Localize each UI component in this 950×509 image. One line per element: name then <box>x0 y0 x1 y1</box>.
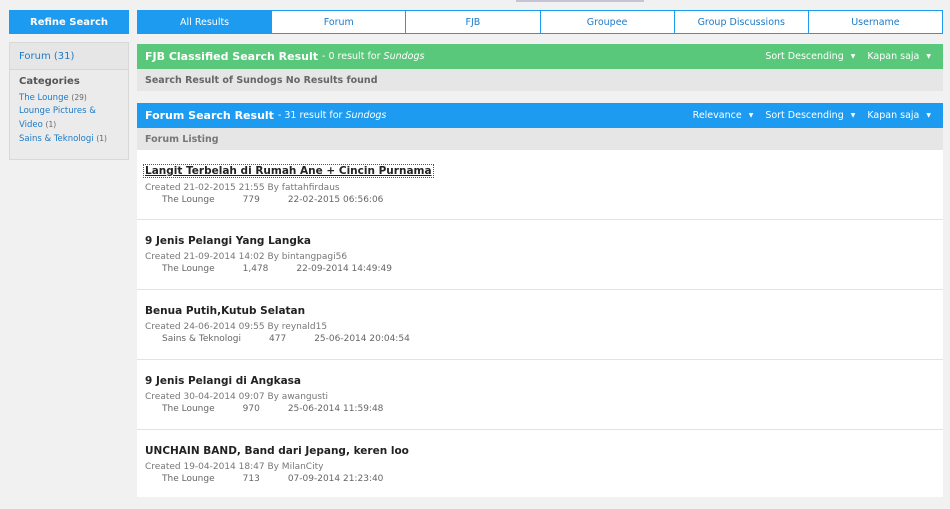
result-created: Created 21-09-2014 14:02 By bintangpagi5… <box>145 252 348 262</box>
forum-title: Forum Search Result <box>145 109 274 122</box>
tab-all-results[interactable]: All Results <box>138 11 272 33</box>
sidebar-forum-count[interactable]: Forum (31) <box>10 43 128 70</box>
result-tabs: All Results Forum FJB Groupee Group Disc… <box>137 10 943 34</box>
result-title-link[interactable]: 9 Jenis Pelangi di Angkasa <box>145 375 301 387</box>
result-title-link[interactable]: Langit Terbelah di Rumah Ane + Cincin Pu… <box>143 164 434 178</box>
fjb-title: FJB Classified Search Result <box>145 50 319 63</box>
chevron-down-icon: ▼ <box>748 112 754 119</box>
result-meta: The Lounge 779 22-02-2015 06:56:06 <box>162 195 384 205</box>
tab-group-discussions[interactable]: Group Discussions <box>673 11 808 33</box>
sidebar-filter: Forum (31) Categories The Lounge (29) Lo… <box>9 42 129 160</box>
category-item[interactable]: Sains & Teknologi (1) <box>19 132 122 146</box>
result-title-link[interactable]: Benua Putih,Kutub Selatan <box>145 305 305 317</box>
result-meta: The Lounge 970 25-06-2014 11:59:48 <box>162 404 384 414</box>
result-meta: Sains & Teknologi 477 25-06-2014 20:04:54 <box>162 334 410 344</box>
category-list: The Lounge (29) Lounge Pictures & Video … <box>10 87 128 146</box>
refine-search-button[interactable]: Refine Search <box>9 10 129 34</box>
categories-title: Categories <box>19 76 80 87</box>
fjb-subtitle: - 0 result for Sundogs <box>322 51 425 62</box>
list-item: Langit Terbelah di Rumah Ane + Cincin Pu… <box>137 150 943 220</box>
category-item[interactable]: The Lounge (29) <box>19 91 122 105</box>
tab-groupee[interactable]: Groupee <box>539 11 674 33</box>
tab-username[interactable]: Username <box>807 11 943 33</box>
fjb-result-header: FJB Classified Search Result - 0 result … <box>137 44 943 69</box>
result-title-link[interactable]: 9 Jenis Pelangi Yang Langka <box>145 235 311 247</box>
forum-subtitle: - 31 result for Sundogs <box>277 110 387 121</box>
forum-results-list: Langit Terbelah di Rumah Ane + Cincin Pu… <box>137 150 943 497</box>
forum-result-header: Forum Search Result - 31 result for Sund… <box>137 103 943 128</box>
result-created: Created 24-06-2014 09:55 By reynald15 <box>145 322 328 332</box>
list-item: 9 Jenis Pelangi Yang Langka Created 21-0… <box>137 220 943 290</box>
fjb-sort-dropdown[interactable]: Sort Descending ▼ <box>765 51 855 62</box>
top-strip <box>516 0 644 2</box>
result-created: Created 19-04-2014 18:47 By MilanCity <box>145 462 324 472</box>
result-meta: The Lounge 1,478 22-09-2014 14:49:49 <box>162 264 392 274</box>
category-item[interactable]: Lounge Pictures & Video (1) <box>19 105 122 132</box>
fjb-time-dropdown[interactable]: Kapan saja ▼ <box>867 51 931 62</box>
tab-fjb[interactable]: FJB <box>405 11 540 33</box>
chevron-down-icon: ▼ <box>926 112 931 119</box>
fjb-no-results: Search Result of Sundogs No Results foun… <box>137 69 943 91</box>
chevron-down-icon: ▼ <box>926 53 931 60</box>
tab-forum[interactable]: Forum <box>271 11 406 33</box>
forum-time-dropdown[interactable]: Kapan saja ▼ <box>867 110 931 121</box>
chevron-down-icon: ▼ <box>850 112 856 119</box>
forum-sort-dropdown[interactable]: Sort Descending ▼ <box>765 110 855 121</box>
result-created: Created 30-04-2014 09:07 By awangusti <box>145 392 329 402</box>
list-item: UNCHAIN BAND, Band dari Jepang, keren lo… <box>137 430 943 497</box>
result-meta: The Lounge 713 07-09-2014 21:23:40 <box>162 474 384 484</box>
forum-relevance-dropdown[interactable]: Relevance ▼ <box>693 110 754 121</box>
result-title-link[interactable]: UNCHAIN BAND, Band dari Jepang, keren lo… <box>145 445 409 457</box>
result-created: Created 21-02-2015 21:55 By fattahfirdau… <box>145 183 340 193</box>
list-item: 9 Jenis Pelangi di Angkasa Created 30-04… <box>137 360 943 430</box>
list-item: Benua Putih,Kutub Selatan Created 24-06-… <box>137 290 943 360</box>
forum-listing-label: Forum Listing <box>137 128 943 150</box>
chevron-down-icon: ▼ <box>850 53 856 60</box>
